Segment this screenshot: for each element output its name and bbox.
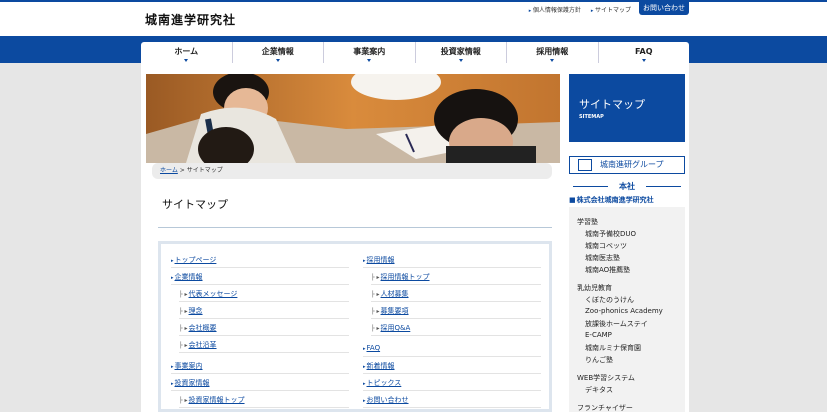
sitemap-sublink[interactable]: 理念 (179, 306, 203, 316)
breadcrumb-home[interactable]: ホーム (160, 167, 178, 174)
sitemap-link[interactable]: サイトマップ (591, 5, 631, 14)
breadcrumb-separator: > (179, 167, 187, 174)
hero-image (146, 74, 560, 163)
sidebar-item[interactable]: E-CAMP (585, 331, 612, 339)
sidebar-item[interactable]: 城南コベッツ (585, 241, 627, 251)
sidebar-list: 学習塾城南予備校DUO 城南コベッツ 城南医志塾城南AO推薦塾乳幼児教育くぼたのうけ… (569, 207, 685, 412)
nav-investors[interactable]: 投資家情報 (416, 42, 507, 63)
row-divider (179, 335, 349, 336)
privacy-policy-link[interactable]: 個人情報保護方針 (529, 5, 581, 14)
sidebar-item[interactable]: Zoo-phonics Academy (585, 307, 663, 315)
row-divider (171, 390, 349, 391)
row-divider (371, 335, 541, 336)
sidebar-item[interactable]: 放課後ホームステイ (585, 319, 648, 329)
sitemap-link[interactable]: 企業情報 (171, 272, 203, 282)
row-divider (363, 390, 541, 391)
row-divider (371, 318, 541, 319)
sidebar-item[interactable]: 城南ルミナ保育園 (585, 343, 641, 353)
nav-business[interactable]: 事業案内 (324, 42, 416, 63)
header-links: 個人情報保護方針 サイトマップ (529, 5, 631, 14)
global-nav: ホーム 企業情報 事業案内 投資家情報 採用情報 FAQ (141, 42, 689, 63)
nav-faq[interactable]: FAQ (599, 42, 690, 63)
sidebar-item[interactable]: くぼたのうけん (585, 295, 634, 305)
building-icon (578, 159, 592, 171)
sitemap-link[interactable]: お問い合わせ (363, 395, 409, 405)
sitemap-sublink[interactable]: 採用Q&A (371, 323, 411, 333)
sitemap-sublink[interactable]: 人材募集 (371, 289, 409, 299)
sidebar-item[interactable]: 城南予備校DUO (585, 229, 636, 239)
row-divider (363, 267, 541, 268)
row-divider (371, 301, 541, 302)
row-divider (179, 407, 349, 408)
header: 城南進学研究社 (0, 0, 827, 36)
contact-button[interactable]: お問い合わせ (639, 1, 689, 15)
page-title: サイトマップ (162, 198, 228, 211)
sidebar-item[interactable]: 城南AO推薦塾 (585, 265, 630, 275)
sidebar-category: WEB学習システム (577, 374, 635, 382)
sitemap-sublink[interactable]: 代表メッセージ (179, 289, 238, 299)
sitemap-link[interactable]: トピックス (363, 378, 402, 388)
breadcrumb: ホーム > サイトマップ (152, 163, 552, 179)
sidebar-subtitle: SITEMAP (579, 114, 604, 120)
sitemap-sublink[interactable]: 募集要項 (371, 306, 409, 316)
company-name: 株式会社城南進学研究社 (569, 195, 654, 205)
nav-home[interactable]: ホーム (141, 42, 233, 63)
sidebar-category: フランチャイザー (577, 404, 633, 412)
breadcrumb-current: サイトマップ (186, 167, 223, 174)
row-divider (363, 407, 541, 408)
row-divider (371, 284, 541, 285)
row-divider (171, 373, 349, 374)
row-divider (179, 301, 349, 302)
sitemap-sublink[interactable]: 投資家情報トップ (179, 395, 245, 405)
sitemap-sublink[interactable]: 会社概要 (179, 323, 217, 333)
sidebar-item[interactable]: デキタス (585, 385, 613, 395)
sidebar-category: 学習塾 (577, 218, 598, 226)
sidebar-sitemap-banner: サイトマップ SITEMAP (569, 74, 685, 142)
sitemap-sublink[interactable]: 会社沿革 (179, 340, 217, 350)
nav-company[interactable]: 企業情報 (233, 42, 324, 63)
section-heading: 本社 (569, 181, 685, 192)
sidebar-category: 乳幼児教育 (577, 284, 612, 292)
sitemap-link[interactable]: トップページ (171, 255, 217, 265)
nav-recruit[interactable]: 採用情報 (507, 42, 599, 63)
sitemap-link[interactable]: 新着情報 (363, 361, 395, 371)
row-divider (171, 267, 349, 268)
sitemap-link[interactable]: FAQ (363, 344, 381, 352)
sitemap-link[interactable]: 採用情報 (363, 255, 395, 265)
row-divider (179, 318, 349, 319)
sitemap-link[interactable]: 投資家情報 (171, 378, 210, 388)
sitemap-sublink[interactable]: 採用情報トップ (371, 272, 430, 282)
sitemap-box: トップページ企業情報代表メッセージ理念会社概要会社沿革事業案内投資家情報投資家情… (158, 241, 552, 412)
group-button[interactable]: 城南進研グループ (569, 156, 685, 174)
sidebar-item[interactable]: 城南医志塾 (585, 253, 620, 263)
group-button-label: 城南進研グループ (600, 160, 664, 169)
row-divider (363, 373, 541, 374)
sidebar-title: サイトマップ (579, 98, 645, 111)
row-divider (179, 352, 349, 353)
row-divider (363, 356, 541, 357)
title-divider (158, 227, 552, 228)
row-divider (171, 284, 349, 285)
sidebar-item[interactable]: りんご塾 (585, 355, 613, 365)
sitemap-link[interactable]: 事業案内 (171, 361, 203, 371)
site-logo[interactable]: 城南進学研究社 (145, 11, 236, 28)
